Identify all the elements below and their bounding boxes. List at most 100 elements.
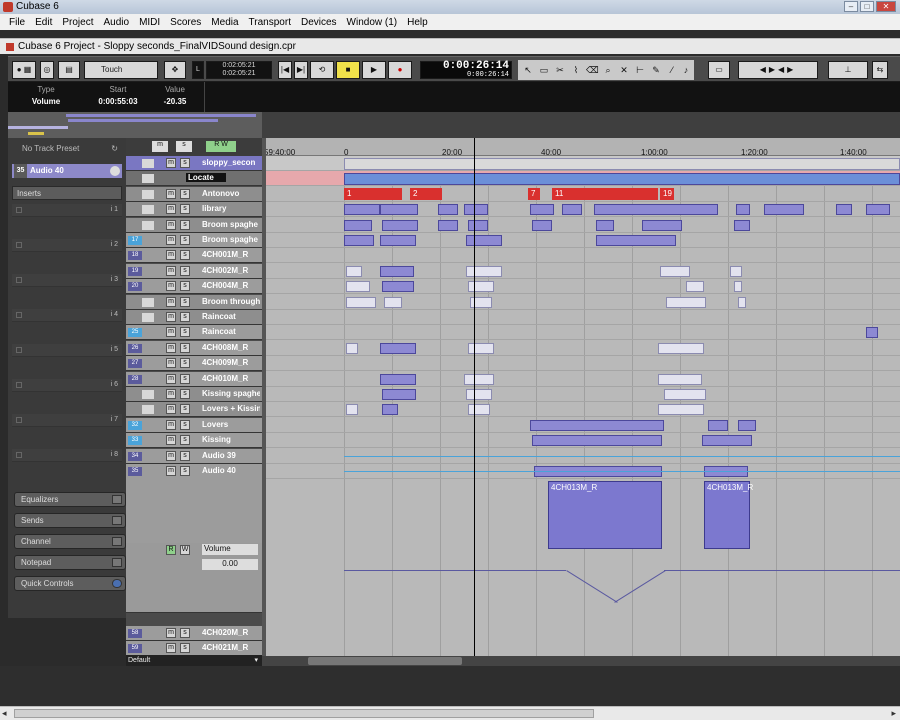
audio-event[interactable]: [562, 204, 582, 216]
volume-line[interactable]: [344, 455, 900, 457]
track-row[interactable]: m s sloppy_secon: [126, 156, 262, 171]
slot-bypass-checkbox[interactable]: [16, 382, 22, 388]
solo-button[interactable]: s: [180, 404, 190, 415]
track-lane[interactable]: [262, 372, 900, 387]
inserts-section[interactable]: Inserts: [12, 186, 122, 200]
audio-event[interactable]: [346, 342, 358, 354]
mute-button[interactable]: m: [166, 312, 176, 322]
snap-button[interactable]: ⇆: [872, 61, 888, 79]
insert-slot[interactable]: i 4: [12, 309, 122, 322]
mute-button[interactable]: m: [166, 342, 176, 353]
mute-button[interactable]: m: [166, 204, 176, 215]
audio-event[interactable]: [736, 204, 750, 216]
section-toggle-icon[interactable]: [112, 495, 122, 504]
track-lane[interactable]: [262, 387, 900, 402]
solo-button[interactable]: s: [180, 389, 190, 399]
audio-event[interactable]: [658, 404, 704, 416]
solo-button[interactable]: s: [180, 628, 190, 638]
track-row[interactable]: 18 m s 4CH001M_R: [126, 248, 262, 264]
menu-item[interactable]: Transport: [244, 17, 296, 28]
mute-button[interactable]: m: [166, 643, 176, 654]
solo-button[interactable]: s: [180, 643, 190, 654]
mute-button[interactable]: m: [166, 188, 176, 199]
automation-mode-select[interactable]: Touch: [84, 61, 158, 79]
marker-event[interactable]: 11: [552, 188, 658, 200]
audio-event[interactable]: [382, 389, 416, 400]
global-read-write-button[interactable]: R W: [206, 141, 236, 152]
track-row[interactable]: 25 m s Raincoat: [126, 325, 262, 341]
audio-event[interactable]: [530, 204, 554, 216]
slot-bypass-checkbox[interactable]: [16, 242, 22, 248]
zoom-tool-icon[interactable]: ⌕: [602, 63, 614, 77]
audio-event[interactable]: [344, 219, 372, 231]
slot-bypass-checkbox[interactable]: [16, 207, 22, 213]
solo-button[interactable]: s: [180, 419, 190, 430]
audio-event[interactable]: [594, 204, 718, 216]
volume-line[interactable]: [344, 471, 900, 472]
audio-event[interactable]: [708, 419, 728, 431]
color-select[interactable]: ⊥: [828, 61, 868, 79]
solo-button[interactable]: s: [180, 281, 190, 292]
equalizers-section[interactable]: Equalizers: [14, 492, 126, 507]
menu-item[interactable]: File: [4, 17, 30, 28]
track-row[interactable]: 19 m s 4CH002M_R: [126, 263, 262, 279]
solo-button[interactable]: s: [180, 158, 190, 168]
menu-item[interactable]: Media: [206, 17, 243, 28]
edit-channel-icon[interactable]: [110, 166, 120, 176]
folder-icon[interactable]: [142, 220, 154, 230]
refresh-icon[interactable]: ↻: [111, 142, 118, 156]
solo-button[interactable]: s: [180, 342, 190, 353]
track-row[interactable]: 32 m s Lovers: [126, 417, 262, 433]
constrain-delay-button[interactable]: ◎: [40, 61, 54, 79]
slot-bypass-checkbox[interactable]: [16, 277, 22, 283]
track-row[interactable]: 58 m s 4CH020M_R: [126, 626, 262, 641]
mute-button[interactable]: m: [166, 419, 176, 430]
write-button[interactable]: W: [180, 545, 190, 556]
play-button[interactable]: ▶: [362, 61, 386, 79]
audio-event[interactable]: [344, 173, 900, 185]
mute-button[interactable]: m: [166, 158, 176, 168]
audio-event[interactable]: [466, 265, 502, 277]
go-to-end-button[interactable]: ▶|: [294, 61, 308, 79]
audio-event[interactable]: [738, 419, 756, 431]
track-row[interactable]: 27 m s 4CH009M_R: [126, 356, 262, 372]
audio-event[interactable]: [664, 389, 706, 400]
mute-button[interactable]: m: [166, 296, 176, 307]
insert-slot[interactable]: i 5: [12, 344, 122, 357]
audio-event[interactable]: [532, 219, 552, 231]
mute-button[interactable]: m: [166, 389, 176, 399]
mute-button[interactable]: m: [166, 265, 176, 276]
automation-curve[interactable]: [344, 570, 566, 571]
folder-icon[interactable]: [142, 205, 154, 215]
track-row[interactable]: m s library: [126, 202, 262, 218]
audio-event[interactable]: [382, 404, 398, 416]
speaker-tool-icon[interactable]: ♪: [680, 63, 692, 77]
track-row[interactable]: ms Kissing spaghett: [126, 387, 262, 402]
track-row[interactable]: 20 m s 4CH004M_R: [126, 279, 262, 295]
solo-button[interactable]: s: [180, 250, 190, 261]
video-event[interactable]: [344, 158, 900, 170]
track-lane[interactable]: [262, 325, 900, 341]
menu-item[interactable]: Audio: [98, 17, 134, 28]
track-row[interactable]: m s Broom through: [126, 294, 262, 310]
automation-track[interactable]: R W Volume 0.00: [126, 543, 262, 614]
audio-event[interactable]: [642, 219, 682, 231]
insert-slot[interactable]: i 1: [12, 204, 122, 217]
mute-button[interactable]: m: [166, 466, 176, 476]
mute-button[interactable]: m: [166, 250, 176, 261]
slot-bypass-checkbox[interactable]: [16, 312, 22, 318]
mute-button[interactable]: m: [166, 327, 176, 338]
track-row[interactable]: 34 m s Audio 39: [126, 448, 262, 464]
stop-button[interactable]: ■: [336, 61, 360, 79]
audio-event[interactable]: [866, 204, 890, 216]
close-icon[interactable]: ✕: [876, 1, 896, 12]
project-overview[interactable]: [8, 112, 900, 138]
audio-event[interactable]: [686, 281, 704, 293]
mute-button[interactable]: m: [166, 435, 176, 446]
menu-item[interactable]: Devices: [296, 17, 342, 28]
media-bay-button[interactable]: ▤: [58, 61, 80, 79]
horizontal-scrollbar[interactable]: [262, 656, 900, 666]
insert-slot[interactable]: i 7: [12, 414, 122, 427]
inspector-track-header[interactable]: 35 Audio 40: [12, 164, 122, 178]
channel-section[interactable]: Channel: [14, 534, 126, 549]
